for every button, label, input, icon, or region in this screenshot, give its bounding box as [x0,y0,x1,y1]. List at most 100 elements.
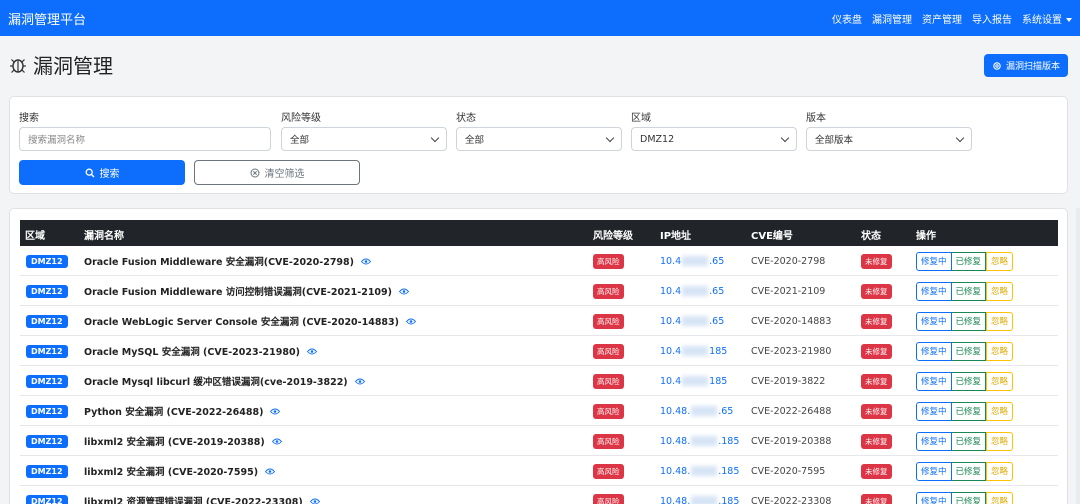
ip-address[interactable]: 10.4 185 [660,346,727,357]
ip-suffix: 185 [709,345,728,357]
eye-icon[interactable] [306,348,317,355]
ip-prefix: 10.4 [660,345,682,357]
vuln-name[interactable]: libxml2 资源管理错误漏洞 (CVE-2022-23308) [84,494,303,504]
vuln-name[interactable]: Oracle MySQL 安全漏洞 (CVE-2023-21980) [84,344,300,358]
cve-id: CVE-2019-3822 [751,375,826,387]
version-select[interactable]: 全部版本 [806,127,972,151]
ignore-button[interactable]: 忽略 [986,431,1014,451]
nav-import-report[interactable]: 导入报告 [972,11,1012,26]
risk-cell: 高风险 [593,276,624,306]
table-row: DMZ12 libxml2 安全漏洞 (CVE-2019-20388) 高风险 10.… [20,426,1058,456]
region-label: 区域 [631,113,651,124]
ip-suffix: .185 [718,495,740,504]
ip-address[interactable]: 10.48. .185 [660,436,739,447]
fixed-button[interactable]: 已修复 [951,311,987,331]
ignore-button[interactable]: 忽略 [986,341,1014,361]
risk-level-select[interactable]: 全部 [281,127,447,151]
fixing-button[interactable]: 修复中 [916,341,952,361]
eye-icon[interactable] [271,438,282,445]
nav-vuln-management[interactable]: 漏洞管理 [872,11,912,26]
fixing-button[interactable]: 修复中 [916,461,952,481]
table-row: DMZ12 Oracle WebLogic Server Console 安全漏洞… [20,306,1058,336]
status-badge: 未修复 [861,463,892,479]
ip-address[interactable]: 10.48. .185 [660,496,739,504]
vuln-name[interactable]: Oracle Mysql libcurl 缓冲区错误漏洞(cve-2019-38… [84,374,348,388]
fixed-button[interactable]: 已修复 [951,431,987,451]
region-badge: DMZ12 [26,344,68,358]
fixing-button[interactable]: 修复中 [916,371,952,391]
fixed-button[interactable]: 已修复 [951,341,987,361]
risk-badge: 高风险 [593,463,624,479]
page-scrollbar[interactable] [1076,208,1080,504]
ignore-button[interactable]: 忽略 [986,281,1014,301]
vuln-name[interactable]: Python 安全漏洞 (CVE-2022-26488) [84,404,263,418]
search-input[interactable]: 搜索漏洞名称 [19,127,271,151]
ip-prefix: 10.48. [660,405,691,417]
ip-address[interactable]: 10.4 .65 [660,316,724,327]
actions-cell: 修复中 已修复 忽略 [916,366,1014,396]
ip-address[interactable]: 10.4 .65 [660,256,724,267]
fixed-button[interactable]: 已修复 [951,371,987,391]
eye-icon[interactable] [309,498,320,504]
eye-icon[interactable] [270,408,281,415]
ignore-button[interactable]: 忽略 [986,311,1014,331]
search-button[interactable]: 搜索 [19,160,185,185]
col-status: 状态 [861,231,881,242]
eye-icon[interactable] [406,318,416,325]
ip-address[interactable]: 10.48. .65 [660,406,733,417]
eye-icon[interactable] [399,288,409,295]
ignore-button[interactable]: 忽略 [986,491,1014,504]
vuln-name[interactable]: Oracle Fusion Middleware 访问控制错误漏洞(CVE-20… [84,284,392,298]
fixing-button[interactable]: 修复中 [916,251,952,271]
eye-icon[interactable] [361,258,371,265]
status-select[interactable]: 全部 [456,127,622,151]
fixed-button[interactable]: 已修复 [951,401,987,421]
ip-suffix: .65 [709,315,725,327]
clear-filters-button[interactable]: 清空筛选 [194,160,360,185]
fixed-button[interactable]: 已修复 [951,491,987,504]
ignore-button[interactable]: 忽略 [986,251,1014,271]
search-button-label: 搜索 [99,169,120,180]
table-row: DMZ12 Oracle Mysql libcurl 缓冲区错误漏洞(cve-20… [20,366,1058,396]
ignore-button[interactable]: 忽略 [986,401,1014,421]
col-risk-level: 风险等级 [593,231,633,242]
table-header: 区域 漏洞名称 风险等级 IP地址 CVE编号 状态 操作 [20,220,1058,246]
ip-cell: 10.48. .185 [660,426,739,456]
fixed-button[interactable]: 已修复 [951,461,987,481]
ip-address[interactable]: 10.4 .65 [660,286,724,297]
region-badge: DMZ12 [26,374,68,388]
ignore-button[interactable]: 忽略 [986,371,1014,391]
fixing-button[interactable]: 修复中 [916,491,952,504]
action-button-group: 修复中 已修复 忽略 [916,251,1014,271]
ip-address[interactable]: 10.48. .185 [660,466,739,477]
fixing-button[interactable]: 修复中 [916,311,952,331]
risk-badge: 高风险 [593,343,624,359]
vuln-name-cell: libxml2 资源管理错误漏洞 (CVE-2022-23308) [84,486,320,504]
nav-system-settings[interactable]: 系统设置 [1022,11,1072,26]
fixed-button[interactable]: 已修复 [951,251,987,271]
fixing-button[interactable]: 修复中 [916,431,952,451]
actions-cell: 修复中 已修复 忽略 [916,456,1014,486]
vuln-name[interactable]: Oracle Fusion Middleware 安全漏洞(CVE-2020-2… [84,254,354,268]
eye-icon[interactable] [354,378,365,385]
ip-redaction [682,346,709,356]
eye-icon[interactable] [265,468,276,475]
fixing-button[interactable]: 修复中 [916,281,952,301]
ip-suffix: .65 [709,285,725,297]
region-select[interactable]: DMZ12 [631,127,797,151]
risk-badge: 高风险 [593,283,624,299]
nav-dashboard[interactable]: 仪表盘 [832,11,862,26]
version-label: 版本 [806,113,826,124]
vuln-name[interactable]: Oracle WebLogic Server Console 安全漏洞 (CVE… [84,314,399,328]
nav-asset-management[interactable]: 资产管理 [922,11,962,26]
ip-prefix: 10.4 [660,315,682,327]
ip-address[interactable]: 10.4 185 [660,376,727,387]
scan-version-button[interactable]: 漏洞扫描版本 [983,54,1068,77]
ignore-button[interactable]: 忽略 [986,461,1014,481]
brand-title[interactable]: 漏洞管理平台 [8,9,86,28]
vuln-name[interactable]: libxml2 安全漏洞 (CVE-2020-7595) [84,464,258,478]
fixing-button[interactable]: 修复中 [916,401,952,421]
fixed-button[interactable]: 已修复 [951,281,987,301]
status-badge: 未修复 [861,253,892,269]
vuln-name[interactable]: libxml2 安全漏洞 (CVE-2019-20388) [84,434,265,448]
